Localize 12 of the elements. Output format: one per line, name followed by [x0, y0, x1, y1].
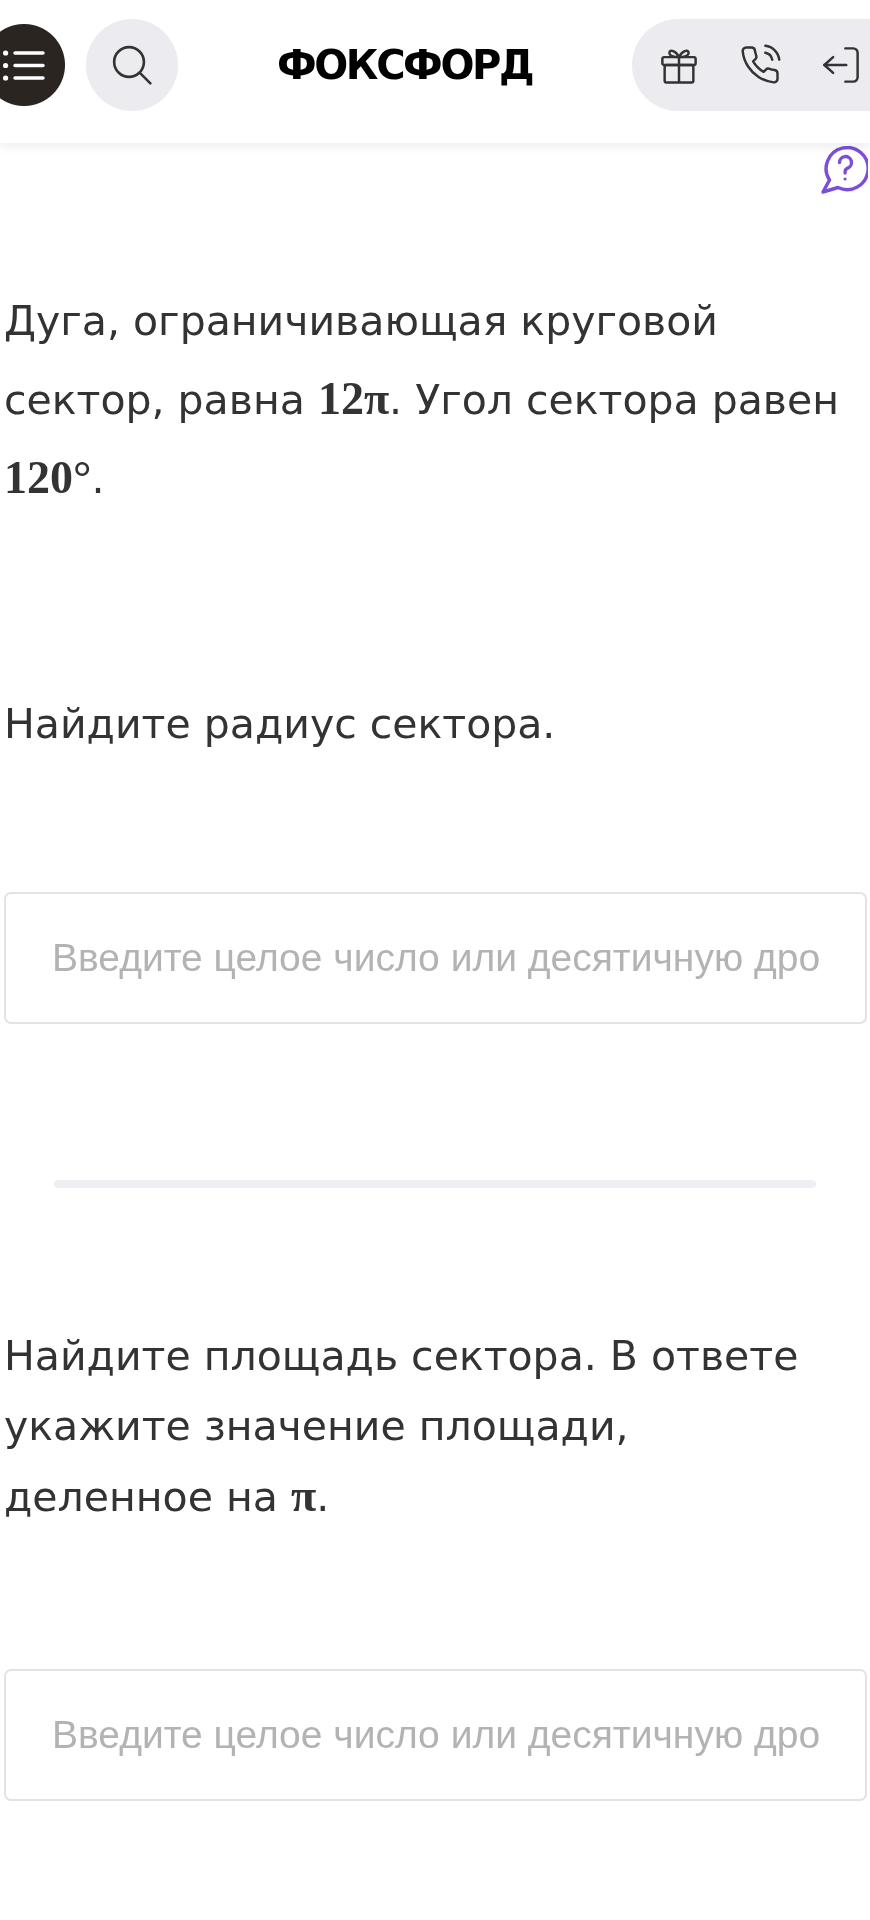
question-text: Найдите площадь сектора. В ответе укажите значение площади, деленное на π. [4, 1331, 800, 1523]
help-icon[interactable] [818, 146, 868, 194]
answer-field[interactable]: Введите целое число или десятичную дро [4, 892, 867, 1024]
menu-button[interactable] [0, 24, 65, 106]
phone-icon[interactable] [739, 44, 781, 86]
question-text: Найдите радиус сектора. [4, 699, 557, 750]
problem-statement: Дуга, ограничивающая круговой сектор, равна 12π. Угол сектора равен 120°. [4, 296, 841, 505]
menu-icon [3, 49, 45, 81]
search-icon [111, 44, 153, 86]
answer-field[interactable]: Введите целое число или десятичную дро [4, 1669, 867, 1801]
logout-icon[interactable] [820, 44, 862, 86]
logo[interactable]: ФОКСФОРД [277, 45, 533, 85]
